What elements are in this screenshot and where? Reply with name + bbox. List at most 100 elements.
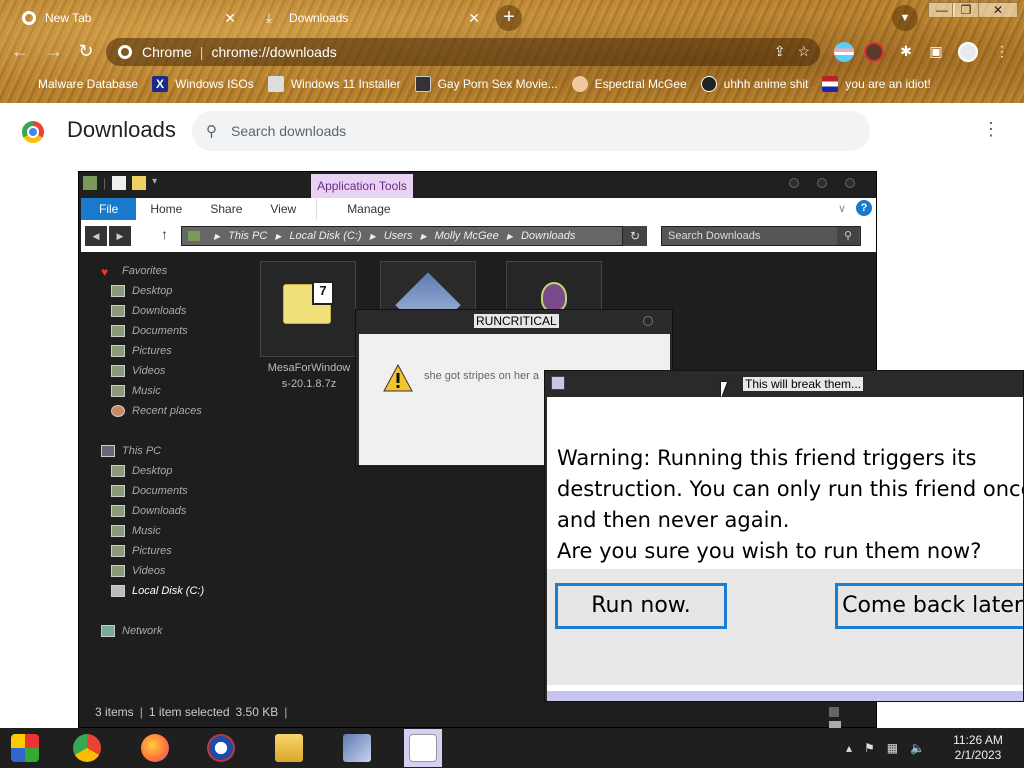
avatar-extension-icon[interactable] [864,42,884,62]
refresh-icon[interactable]: ↻ [623,226,647,246]
breadcrumb-item[interactable]: Local Disk (C:) [289,230,361,242]
nav-item-downloads[interactable]: Downloads [111,502,186,520]
volume-icon[interactable]: 🔈 [910,741,925,755]
tab-file[interactable]: File [81,198,137,220]
chevron-down-icon[interactable]: ∨ [838,202,846,215]
view-toggle-icons[interactable] [829,706,859,731]
nav-item-downloads[interactable]: Downloads [111,302,186,320]
chevron-up-icon[interactable]: ▴ [846,741,852,755]
tab-share[interactable]: Share [196,198,256,220]
back-button[interactable]: ← [8,40,32,64]
flag-icon[interactable]: ⚑ [864,741,875,755]
nav-item-music[interactable]: Music [111,522,161,540]
kebab-menu-icon[interactable]: ⋮ [990,40,1014,64]
flag-icon [822,76,839,92]
nav-item-videos[interactable]: Videos [111,362,165,380]
browser-frame: New Tab ✕ ⤓ Downloads ✕ + ▼ — ❐ ✕ ← → ↻ … [0,0,1024,103]
folder-icon[interactable] [83,176,97,190]
start-button[interactable] [6,729,44,767]
flag-extension-icon[interactable] [834,42,854,62]
nav-item-pictures[interactable]: Pictures [111,542,172,560]
taskbar-firefox[interactable] [136,729,174,767]
tab-label: New Tab [45,11,92,25]
nav-item-documents[interactable]: Documents [111,482,188,500]
profile-avatar-icon[interactable] [958,42,978,62]
nav-item-local-disk[interactable]: Local Disk (C:) [111,582,204,600]
search-downloads-input[interactable]: ⚲ Search downloads [192,111,870,151]
nav-item-recent-places[interactable]: Recent places [111,402,202,420]
friend-warning-dialog: This will break them... Warning: Running… [544,370,1024,702]
come-back-later-button[interactable]: Come back later. [835,583,1023,629]
network-icon[interactable]: ▦ [887,741,898,755]
details-view-icon[interactable] [829,707,839,717]
run-now-button[interactable]: Run now. [555,583,727,629]
bookmarks-bar: Malware Database X Windows ISOs Windows … [0,72,1024,96]
breadcrumb[interactable]: ▶ This PC ▶ Local Disk (C:) ▶ Users ▶ Mo… [181,226,623,246]
bookmark-item[interactable]: you are an idiot! [822,76,931,92]
close-window-button[interactable]: ✕ [978,2,1018,18]
tab-manage[interactable]: Manage [316,198,405,220]
search-downloads-field[interactable]: Search Downloads [661,226,861,246]
properties-icon[interactable] [112,176,127,190]
nav-item-desktop[interactable]: Desktop [111,462,172,480]
taskbar-file-explorer[interactable] [270,729,308,767]
up-arrow-icon[interactable]: ↑ [161,226,168,242]
application-tools-tab[interactable]: Application Tools [311,174,413,198]
address-bar[interactable]: Chrome | chrome://downloads ⇪ ☆ [106,38,820,66]
puzzle-icon[interactable]: ✱ [894,40,918,64]
folder-icon [111,385,125,397]
bookmark-item[interactable]: Windows 11 Installer [267,76,401,92]
nav-favorites[interactable]: ♥ Favorites [101,262,167,280]
file-item-mesa[interactable]: MesaForWindow s-20.1.8.7z [260,261,356,390]
chevron-down-icon[interactable]: ▾ [152,176,157,190]
taskbar-chrome[interactable] [68,729,106,767]
close-button[interactable] [845,178,855,188]
clock[interactable]: 11:26 AM 2/1/2023 [938,733,1018,763]
nav-item-music[interactable]: Music [111,382,161,400]
folder-icon [188,231,200,241]
bookmark-item[interactable]: uhhh anime shit [700,76,808,92]
taskbar-app-obama[interactable] [202,729,240,767]
tab-downloads[interactable]: ⤓ Downloads ✕ [248,4,488,32]
breadcrumb-item[interactable]: Molly McGee [435,230,499,242]
nav-item-desktop[interactable]: Desktop [111,282,172,300]
bookmark-item[interactable]: Gay Porn Sex Movie... [414,76,558,92]
bookmark-item[interactable]: Espectral McGee [571,76,687,92]
help-icon[interactable]: ? [856,200,872,216]
forward-button[interactable]: ▶ [109,226,131,246]
bookmark-item[interactable]: Malware Database [38,77,138,91]
forward-button[interactable]: → [42,40,66,64]
close-button[interactable] [643,316,653,326]
search-icon[interactable]: ⚲ [837,227,859,245]
breadcrumb-item[interactable]: Users [384,230,413,242]
tab-search-button[interactable]: ▼ [892,5,918,31]
back-button[interactable]: ◀ [85,226,107,246]
campaign-logo-icon [207,734,235,762]
more-menu-icon[interactable]: ⋮ [982,119,1000,140]
share-icon[interactable]: ⇪ [774,43,786,60]
breadcrumb-item[interactable]: Downloads [521,230,575,242]
nav-item-videos[interactable]: Videos [111,562,165,580]
nav-item-pictures[interactable]: Pictures [111,342,172,360]
taskbar-installer[interactable] [338,729,376,767]
folder-icon [111,545,125,557]
maximize-button[interactable] [817,178,827,188]
close-icon[interactable]: ✕ [468,10,480,27]
tab-home[interactable]: Home [136,198,196,220]
star-icon[interactable]: ☆ [797,43,810,60]
new-tab-button[interactable]: + [496,5,522,31]
nav-item-documents[interactable]: Documents [111,322,188,340]
tab-new-tab[interactable]: New Tab ✕ [4,4,244,32]
maximize-button[interactable]: ❐ [952,2,980,18]
tab-view[interactable]: View [256,198,310,220]
minimize-button[interactable] [789,178,799,188]
breadcrumb-item[interactable]: This PC [228,230,267,242]
reload-button[interactable]: ↻ [74,40,98,64]
taskbar-friend-app[interactable] [404,729,442,767]
bookmark-item[interactable]: X Windows ISOs [152,76,254,92]
close-icon[interactable]: ✕ [224,10,236,27]
nav-network[interactable]: Network [101,622,162,640]
nav-this-pc[interactable]: This PC [101,442,161,460]
side-panel-icon[interactable]: ▣ [924,40,948,64]
new-folder-icon[interactable] [132,176,147,190]
